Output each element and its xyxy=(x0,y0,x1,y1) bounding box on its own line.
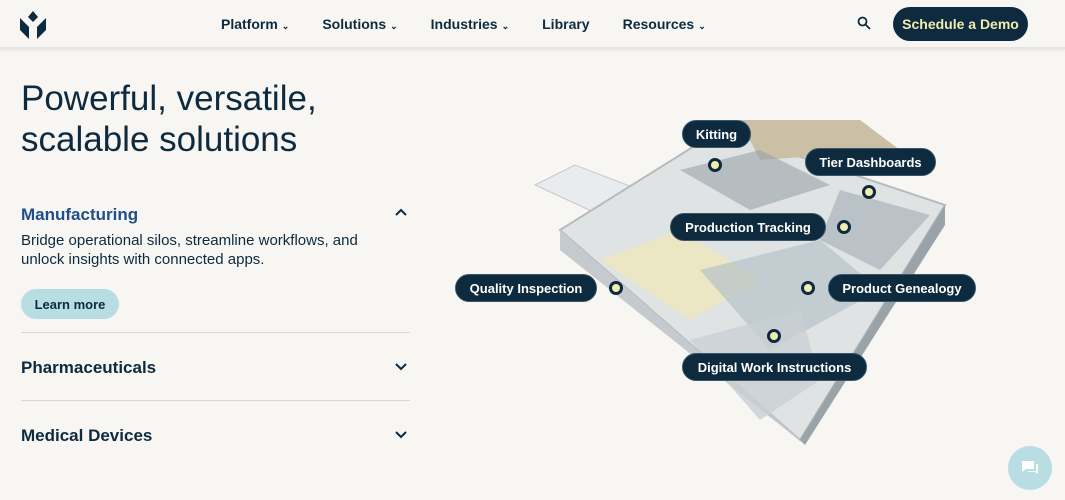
hotspot-dot[interactable] xyxy=(801,281,815,295)
hotspot-dot[interactable] xyxy=(837,220,851,234)
hotspot-dot[interactable] xyxy=(609,281,623,295)
hotspot-dot[interactable] xyxy=(708,158,722,172)
hotspot-kitting[interactable]: Kitting xyxy=(682,120,751,148)
hotspot-product-genealogy[interactable]: Product Genealogy xyxy=(828,274,976,302)
hotspot-tier-dashboards[interactable]: Tier Dashboards xyxy=(805,148,936,176)
hotspot-digital-work-instructions[interactable]: Digital Work Instructions xyxy=(682,353,867,381)
chat-button[interactable] xyxy=(1008,446,1052,490)
chat-icon xyxy=(1022,461,1038,474)
factory-illustration xyxy=(533,120,947,445)
hotspot-dot[interactable] xyxy=(767,329,781,343)
hotspot-quality-inspection[interactable]: Quality Inspection xyxy=(455,274,597,302)
hotspot-production-tracking[interactable]: Production Tracking xyxy=(670,213,826,241)
hotspot-dot[interactable] xyxy=(862,185,876,199)
